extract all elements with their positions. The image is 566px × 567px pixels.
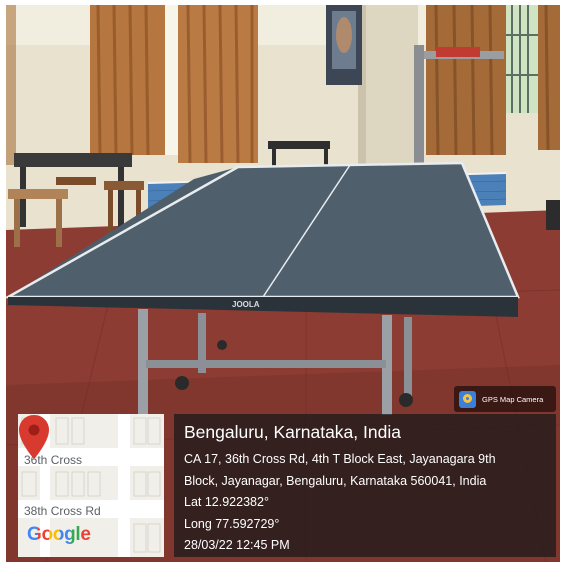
location-title: Bengaluru, Karnataka, India [184,422,401,442]
location-info-panel: Bengaluru, Karnataka, India CA 17, 36th … [174,414,556,557]
google-logo: Google [27,524,91,546]
gps-map-camera-logo-icon [459,390,476,408]
map-pin-icon [19,415,49,459]
address-line-2: Block, Jayanagar, Bengaluru, Karnataka 5… [184,473,487,488]
map-street-label-38th: 38th Cross Rd [24,504,101,518]
gps-map-camera-badge: GPS Map Camera [454,386,556,412]
table-brand-label: JOOLA [232,300,260,309]
google-logo-text: Google [27,524,91,545]
longitude-text: Long 77.592729° [184,516,280,531]
datetime-text: 28/03/22 12:45 PM [184,538,290,552]
mini-map: 36th Cross 38th Cross Rd Google [18,414,164,557]
address-line-1: CA 17, 36th Cross Rd, 4th T Block East, … [184,452,496,466]
gps-map-camera-label: GPS Map Camera [482,394,544,404]
latitude-text: Lat 12.922382° [184,495,269,509]
